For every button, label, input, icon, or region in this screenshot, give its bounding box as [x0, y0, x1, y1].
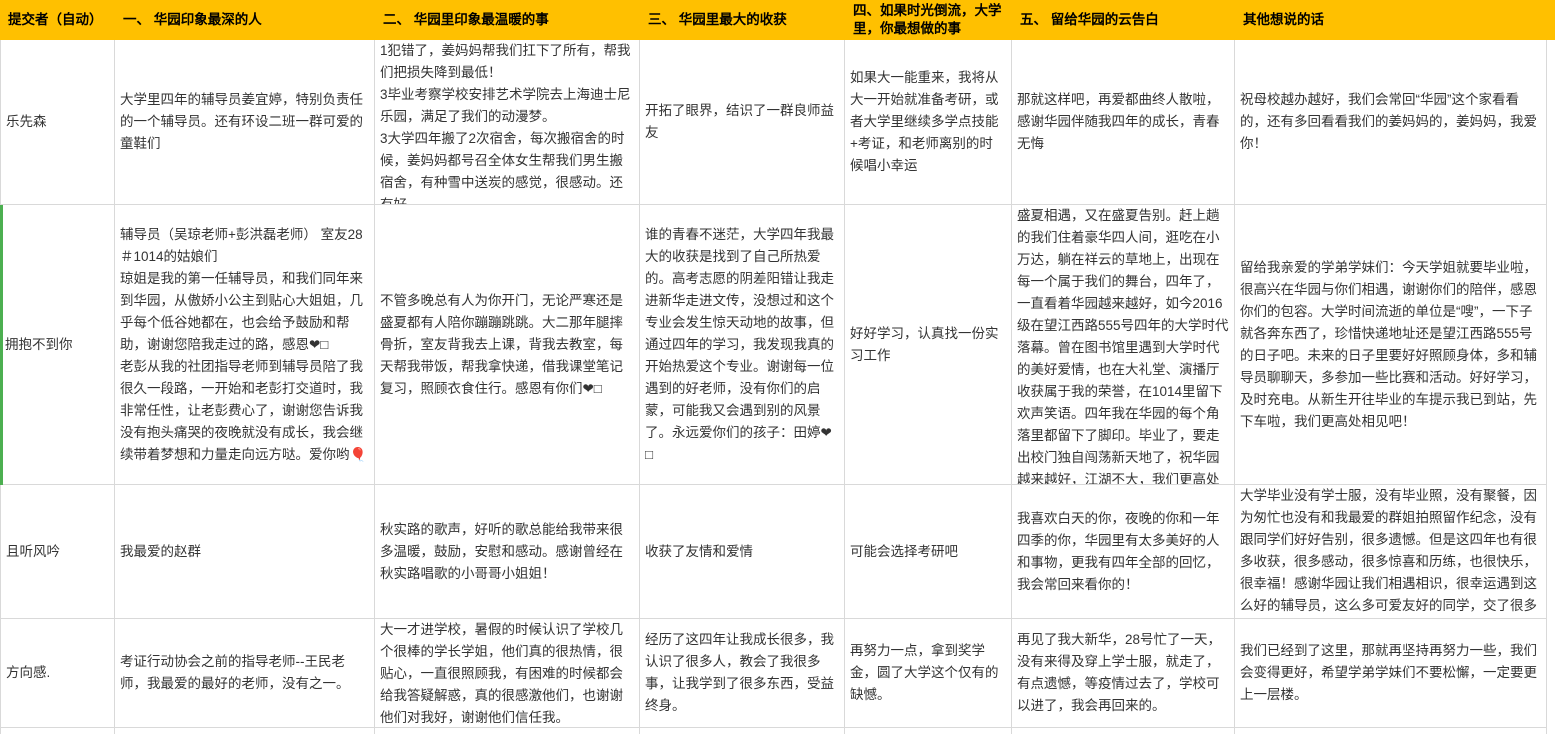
- column-header-submitter[interactable]: 提交者（自动）: [0, 0, 115, 40]
- submitter-name: 方向感.: [6, 662, 109, 684]
- answer-cell[interactable]: 开拓了眼界，结识了一群良师益友: [640, 40, 845, 205]
- answer-cell[interactable]: 大学毕业没有学士服，没有毕业照，没有聚餐，因为匆忙也没有和我最爱的群姐拍照留作纪…: [1235, 485, 1547, 619]
- submitter-name: 且听风吟: [6, 541, 109, 563]
- submitter-name: 拥抱不到你: [5, 334, 109, 356]
- answer-cell[interactable]: 经历了这四年让我成长很多，我认识了很多人，教会了我很多事，让我学到了很多东西，受…: [640, 619, 845, 728]
- answer-cell[interactable]: 大学里四年的辅导员姜宜婷，特别负责任的一个辅导员。还有环设二班一群可爱的童鞋们: [115, 40, 375, 205]
- submitter-name: 乐先森: [6, 111, 109, 133]
- empty-cell[interactable]: [375, 728, 640, 734]
- submitter-cell[interactable]: 拥抱不到你: [0, 205, 115, 485]
- answer-cell[interactable]: 谁的青春不迷茫，大学四年我最大的收获是找到了自己所热爱的。高考志愿的阴差阳错让我…: [640, 205, 845, 485]
- answer-cell[interactable]: 好好学习，认真找一份实习工作: [845, 205, 1012, 485]
- submitter-cell[interactable]: 且听风吟: [0, 485, 115, 619]
- answer-cell[interactable]: 我喜欢白天的你，夜晚的你和一年四季的你，华园里有太多美好的人和事物，更我有四年全…: [1012, 485, 1235, 619]
- empty-cell[interactable]: [0, 728, 115, 734]
- answer-cell[interactable]: 收获了友情和爱情: [640, 485, 845, 619]
- empty-cell[interactable]: [115, 728, 375, 734]
- answer-cell[interactable]: 秋实路的歌声，好听的歌总能给我带来很多温暖，鼓励，安慰和感动。感谢曾经在秋实路唱…: [375, 485, 640, 619]
- empty-cell[interactable]: [1012, 728, 1235, 734]
- header-row: 提交者（自动） 一、 华园印象最深的人 二、 华园里印象最温暖的事 三、 华园里…: [0, 0, 1555, 40]
- empty-cell[interactable]: [845, 728, 1012, 734]
- table-row: 且听风吟 我最爱的赵群 秋实路的歌声，好听的歌总能给我带来很多温暖，鼓励，安慰和…: [0, 485, 1547, 619]
- column-header-q4[interactable]: 四、如果时光倒流，大学里，你最想做的事: [845, 0, 1012, 40]
- answer-cell[interactable]: 再努力一点，拿到奖学金，圆了大学这个仅有的缺憾。: [845, 619, 1012, 728]
- answer-cell[interactable]: 大一才进学校，暑假的时候认识了学校几个很棒的学长学姐，他们真的很热情，很贴心，一…: [375, 619, 640, 728]
- answer-cell[interactable]: 辅导员（吴琼老师+彭洪磊老师） 室友28＃1014的姑娘们 琼姐是我的第一任辅导…: [115, 205, 375, 485]
- answer-cell[interactable]: 我们已经到了这里，那就再坚持再努力一些，我们会变得更好，希望学弟学妹们不要松懈，…: [1235, 619, 1547, 728]
- answer-cell[interactable]: 那就这样吧，再爱都曲终人散啦，感谢华园伴随我四年的成长，青春无悔: [1012, 40, 1235, 205]
- table-row: 方向感. 考证行动协会之前的指导老师--王民老师，我最爱的最好的老师，没有之一。…: [0, 619, 1547, 728]
- submitter-cell[interactable]: 乐先森: [0, 40, 115, 205]
- table-row: 乐先森 大学里四年的辅导员姜宜婷，特别负责任的一个辅导员。还有环设二班一群可爱的…: [0, 40, 1547, 205]
- empty-cell[interactable]: [1235, 728, 1547, 734]
- table-row-selected: 拥抱不到你 辅导员（吴琼老师+彭洪磊老师） 室友28＃1014的姑娘们 琼姐是我…: [0, 205, 1547, 485]
- form-responses-sheet: 提交者（自动） 一、 华园印象最深的人 二、 华园里印象最温暖的事 三、 华园里…: [0, 0, 1555, 734]
- answer-cell[interactable]: 我最爱的赵群: [115, 485, 375, 619]
- answer-cell[interactable]: 不管多晚总有人为你开门，无论严寒还是盛夏都有人陪你蹦蹦跳跳。大二那年腿摔骨折，室…: [375, 205, 640, 485]
- column-header-other[interactable]: 其他想说的话: [1235, 0, 1547, 40]
- column-header-q5[interactable]: 五、 留给华园的云告白: [1012, 0, 1235, 40]
- column-header-q1[interactable]: 一、 华园印象最深的人: [115, 0, 375, 40]
- answer-cell[interactable]: 可能会选择考研吧: [845, 485, 1012, 619]
- answer-cell[interactable]: 考证行动协会之前的指导老师--王民老师，我最爱的最好的老师，没有之一。: [115, 619, 375, 728]
- table-row-partial: [0, 728, 1547, 734]
- answer-cell[interactable]: 祝母校越办越好，我们会常回“华园”这个家看看的，还有多回看看我们的姜妈妈的，姜妈…: [1235, 40, 1547, 205]
- selected-row-indicator: [0, 205, 3, 485]
- answer-cell[interactable]: 再见了我大新华，28号忙了一天，没有来得及穿上学士服，就走了，有点遗憾，等疫情过…: [1012, 619, 1235, 728]
- submitter-cell[interactable]: 方向感.: [0, 619, 115, 728]
- column-header-q2[interactable]: 二、 华园里印象最温暖的事: [375, 0, 640, 40]
- answer-cell[interactable]: 如果大一能重来，我将从大一开始就准备考研，或者大学里继续多学点技能+考证，和老师…: [845, 40, 1012, 205]
- column-header-q3[interactable]: 三、 华园里最大的收获: [640, 0, 845, 40]
- empty-cell[interactable]: [640, 728, 845, 734]
- answer-cell[interactable]: 1犯错了，姜妈妈帮我们扛下了所有，帮我们把损失降到最低！ 3毕业考察学校安排艺术…: [375, 40, 640, 205]
- answer-cell[interactable]: 留给我亲爱的学弟学妹们：今天学姐就要毕业啦，很高兴在华园与你们相遇，谢谢你们的陪…: [1235, 205, 1547, 485]
- answer-cell[interactable]: 盛夏相遇，又在盛夏告别。赶上趟的我们住着豪华四人间，逛吃在小万达，躺在祥云的草地…: [1012, 205, 1235, 485]
